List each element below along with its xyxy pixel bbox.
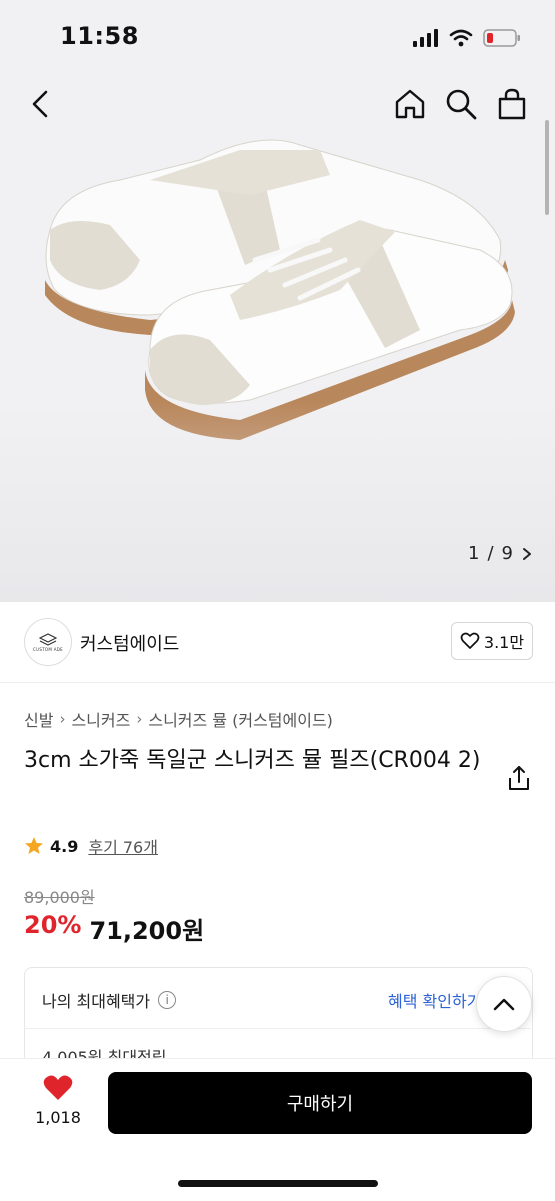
wish-count: 1,018 [35, 1108, 81, 1127]
gallery-separator: / [487, 543, 494, 564]
store-like-count: 3.1만 [483, 633, 525, 652]
review-count-link[interactable]: 후기 76개 [88, 834, 158, 858]
scrollbar[interactable] [545, 120, 549, 215]
discount-rate: 20% [24, 911, 82, 939]
gallery-total: 9 [501, 543, 513, 564]
chevron-right-icon [523, 547, 531, 560]
back-icon[interactable] [24, 86, 60, 122]
breadcrumb: 신발 › 스니커즈 › 스니커즈 뮬 (커스텀에이드) [24, 707, 333, 731]
store-logo-mark-icon [39, 632, 57, 646]
heart-filled-icon [43, 1075, 73, 1100]
product-title: 3cm 소가죽 독일군 스니커즈 뮬 필즈(CR004 2) [24, 748, 481, 773]
signal-icon [413, 29, 438, 47]
breadcrumb-item[interactable]: 스니커즈 [71, 707, 130, 731]
store-logo[interactable]: CUSTOM ADE [24, 618, 72, 666]
breadcrumb-separator-icon: › [136, 710, 143, 728]
wish-button[interactable]: 1,018 [28, 1074, 88, 1127]
breadcrumb-separator-icon: › [59, 710, 66, 728]
star-icon [25, 837, 43, 854]
gallery-current: 1 [468, 543, 480, 564]
product-image [45, 139, 515, 440]
buy-button[interactable]: 구매하기 [108, 1072, 532, 1134]
status-icons [413, 24, 521, 52]
share-icon[interactable] [505, 764, 533, 792]
benefit-check-link[interactable]: 혜택 확인하기 [388, 988, 481, 1012]
store-like-button[interactable]: 3.1만 [451, 622, 533, 660]
chevron-up-icon [493, 998, 515, 1011]
rating: 4.9 후기 76개 [24, 834, 158, 858]
gallery-page-indicator[interactable]: 1 / 9 [468, 543, 533, 564]
heart-outline-icon [460, 632, 480, 649]
home-indicator [178, 1180, 378, 1187]
rating-score: 4.9 [50, 836, 79, 856]
benefit-label-row: 나의 최대혜택가 i [42, 988, 177, 1012]
price-row: 20% 71,200원 [24, 911, 204, 946]
battery-icon [483, 29, 520, 47]
info-icon[interactable]: i [158, 991, 177, 1009]
original-price: 89,000원 [24, 888, 95, 907]
store-logo-text: CUSTOM ADE [33, 646, 63, 652]
breadcrumb-item[interactable]: 신발 [24, 707, 53, 731]
benefit-divider [24, 1028, 531, 1029]
sale-price: 71,200원 [89, 917, 205, 945]
benefit-label: 나의 최대혜택가 [42, 992, 151, 1011]
breadcrumb-item[interactable]: 스니커즈 뮬 (커스텀에이드) [148, 707, 333, 731]
cart-icon[interactable] [494, 86, 530, 122]
scroll-top-button[interactable] [476, 976, 532, 1032]
home-icon[interactable] [392, 86, 428, 122]
store-name[interactable]: 커스텀에이드 [80, 630, 179, 656]
status-time: 11:58 [60, 22, 139, 50]
search-icon[interactable] [443, 86, 479, 122]
wifi-icon [449, 29, 473, 47]
